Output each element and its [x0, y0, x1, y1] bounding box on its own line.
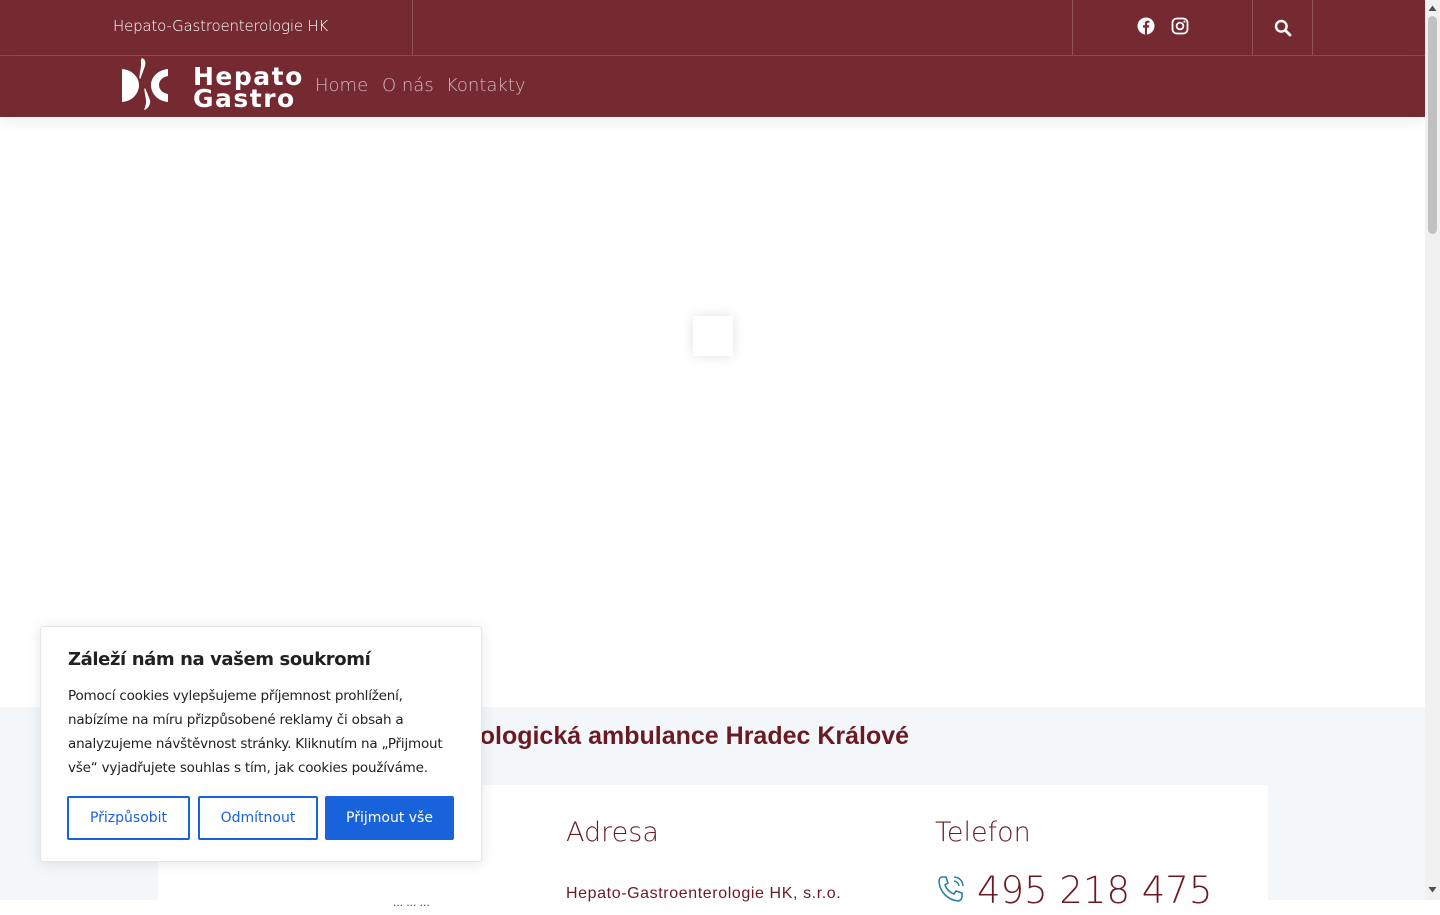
cookie-reject-button[interactable]: Odmítnout — [198, 796, 318, 840]
address-line: Hepato-Gastroenterologie HK, s.r.o. — [566, 885, 842, 902]
main-nav: Hepato Gastro Home O nás Kontakty — [0, 56, 1425, 117]
address-heading: Adresa — [566, 817, 659, 848]
site-name: Hepato-Gastroenterologie HK — [113, 17, 329, 35]
search-button[interactable] — [1253, 0, 1313, 55]
logo-text-gastro: Gastro — [193, 84, 296, 113]
phone-number[interactable]: 495 218 475 — [977, 869, 1212, 912]
vertical-scrollbar[interactable] — [1425, 0, 1440, 900]
cookie-description: Pomocí cookies vylepšujeme příjemnost pr… — [68, 688, 443, 776]
facebook-icon[interactable] — [1136, 16, 1156, 36]
logo-mark-icon — [122, 58, 168, 110]
cookie-title: Záleží nám na vašem soukromí — [68, 649, 371, 670]
scroll-down-arrow-icon[interactable] — [1428, 886, 1437, 894]
cookie-accept-all-button[interactable]: Přijmout vše — [325, 796, 454, 840]
divider — [412, 0, 413, 55]
phone-heading: Telefon — [935, 817, 1031, 848]
nav-item-kontakty[interactable]: Kontakty — [446, 75, 526, 96]
logo[interactable]: Hepato Gastro — [120, 57, 302, 115]
cookie-consent-banner: Záleží nám na vašem soukromí Pomocí cook… — [40, 626, 482, 862]
phone-icon — [938, 876, 964, 902]
nav-item-home[interactable]: Home — [315, 75, 368, 96]
search-icon — [1274, 19, 1292, 37]
divider — [1072, 0, 1073, 55]
loading-placeholder — [693, 316, 733, 356]
section-title: rologická ambulance Hradec Králové — [470, 722, 910, 750]
top-bar: Hepato-Gastroenterologie HK — [0, 0, 1425, 56]
scroll-up-arrow-icon[interactable] — [1428, 4, 1437, 12]
instagram-icon[interactable] — [1170, 16, 1190, 36]
scrollbar-thumb[interactable] — [1428, 16, 1437, 234]
cookie-customize-button[interactable]: Přizpůsobit — [67, 796, 190, 840]
nav-item-o-nas[interactable]: O nás — [382, 75, 434, 96]
opening-hours-fragment: ... ... ... — [393, 895, 430, 909]
